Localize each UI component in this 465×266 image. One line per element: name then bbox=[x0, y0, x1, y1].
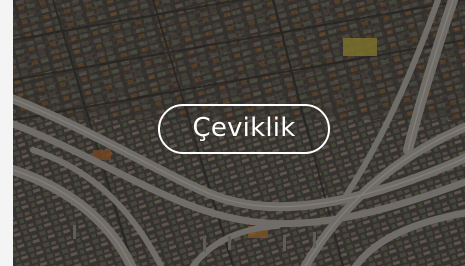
category-card[interactable]: Çeviklik bbox=[13, 0, 465, 266]
category-label-button[interactable]: Çeviklik bbox=[158, 104, 330, 154]
page: Çeviklik bbox=[0, 0, 465, 266]
